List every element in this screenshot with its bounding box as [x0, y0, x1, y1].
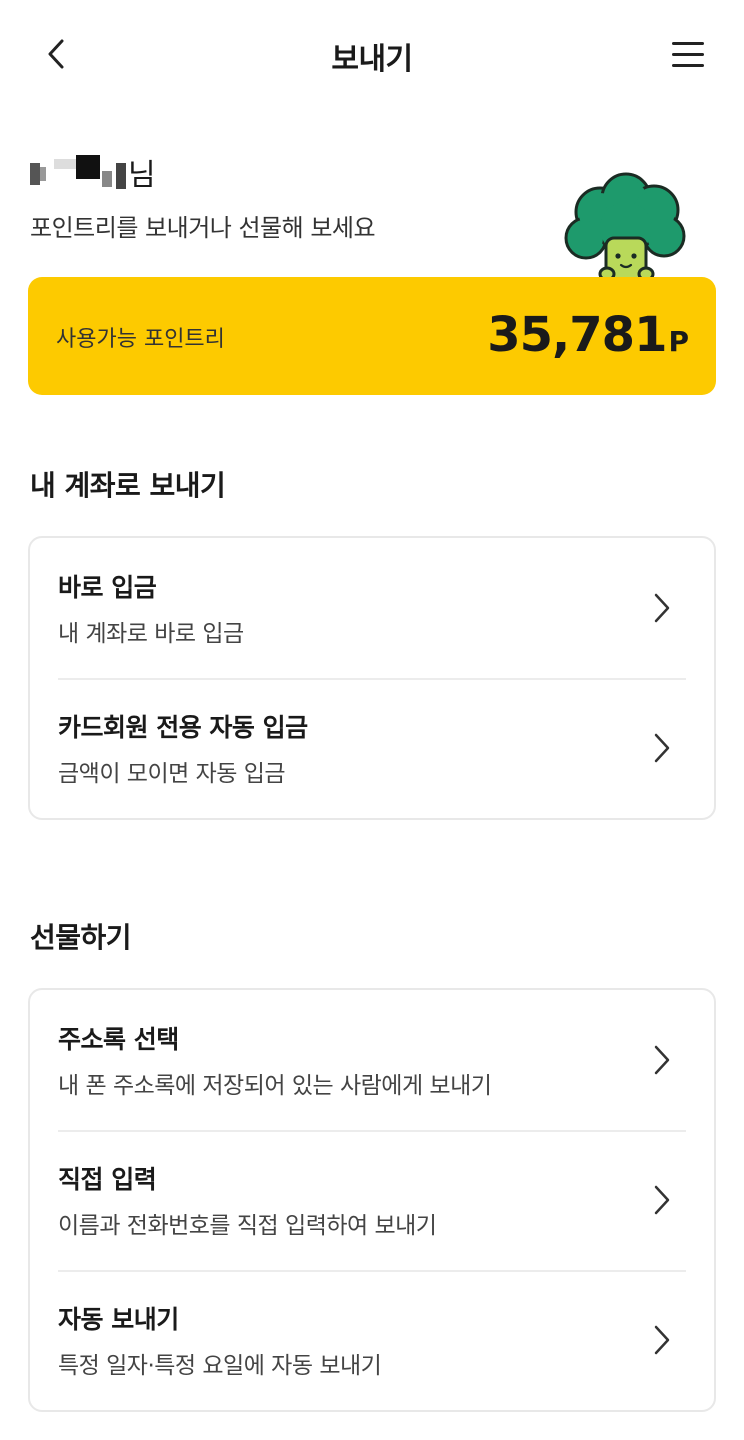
option-description: 특정 일자·특정 요일에 자동 보내기 [58, 1353, 382, 1379]
user-greeting: 님 [30, 150, 156, 194]
hamburger-menu-icon [672, 42, 704, 45]
balance-amount: 35,781P [487, 307, 689, 363]
account-options-card: 바로 입금 내 계좌로 바로 입금 카드회원 전용 자동 입금 금액이 모이면 … [28, 536, 716, 820]
chevron-right-icon [654, 1185, 670, 1215]
gift-options-card: 주소록 선택 내 폰 주소록에 저장되어 있는 사람에게 보내기 직접 입력 이… [28, 988, 716, 1412]
masked-user-name [30, 155, 126, 189]
option-description: 이름과 전화번호를 직접 입력하여 보내기 [58, 1213, 437, 1239]
app-header: 보내기 [0, 0, 744, 108]
menu-button[interactable] [668, 34, 710, 74]
balance-label: 사용가능 포인트리 [56, 327, 225, 352]
option-title: 바로 입금 [58, 573, 157, 602]
greeting-subtitle: 포인트리를 보내거나 선물해 보세요 [30, 214, 376, 242]
balance-number: 35,781 [487, 307, 667, 363]
option-description: 내 폰 주소록에 저장되어 있는 사람에게 보내기 [58, 1073, 492, 1099]
option-auto-deposit[interactable]: 카드회원 전용 자동 입금 금액이 모이면 자동 입금 [30, 678, 714, 818]
option-title: 자동 보내기 [58, 1305, 179, 1334]
chevron-right-icon [654, 733, 670, 763]
chevron-right-icon [654, 593, 670, 623]
option-description: 금액이 모이면 자동 입금 [58, 761, 286, 787]
option-direct-input[interactable]: 직접 입력 이름과 전화번호를 직접 입력하여 보내기 [30, 1130, 714, 1270]
section-title-account: 내 계좌로 보내기 [30, 469, 226, 502]
balance-unit: P [668, 325, 689, 358]
broccoli-mascot-icon [564, 172, 686, 284]
option-title: 주소록 선택 [58, 1025, 179, 1054]
chevron-right-icon [654, 1325, 670, 1355]
option-title: 카드회원 전용 자동 입금 [58, 713, 308, 742]
option-title: 직접 입력 [58, 1165, 157, 1194]
option-instant-deposit[interactable]: 바로 입금 내 계좌로 바로 입금 [30, 538, 714, 678]
section-title-gift: 선물하기 [30, 921, 132, 954]
points-balance-card: 사용가능 포인트리 35,781P [28, 277, 716, 395]
option-contacts-select[interactable]: 주소록 선택 내 폰 주소록에 저장되어 있는 사람에게 보내기 [30, 990, 714, 1130]
page-title: 보내기 [331, 42, 413, 77]
option-auto-send[interactable]: 자동 보내기 특정 일자·특정 요일에 자동 보내기 [30, 1270, 714, 1410]
option-description: 내 계좌로 바로 입금 [58, 621, 244, 647]
chevron-right-icon [654, 1045, 670, 1075]
name-honorific: 님 [128, 158, 156, 193]
